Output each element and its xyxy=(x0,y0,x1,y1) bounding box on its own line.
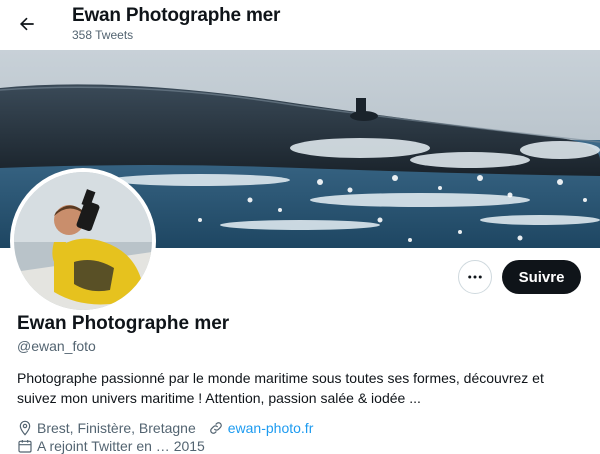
avatar[interactable] xyxy=(14,172,152,310)
tweet-count: 358 Tweets xyxy=(72,28,134,42)
profile-name: Ewan Photographe mer xyxy=(17,313,230,334)
website-link[interactable]: ewan-photo.fr xyxy=(228,420,314,436)
arrow-left-icon xyxy=(19,17,34,31)
follow-button[interactable]: Suivre xyxy=(502,260,581,294)
calendar-icon xyxy=(18,440,32,453)
header-title: Ewan Photographe mer xyxy=(72,5,281,26)
location-item: Brest, Finistère, Bretagne xyxy=(17,420,196,436)
joined-text: A rejoint Twitter en … 2015 xyxy=(37,438,205,454)
joined-row: A rejoint Twitter en … 2015 xyxy=(17,438,205,454)
website-item[interactable]: ewan-photo.fr xyxy=(208,420,314,436)
more-options-button[interactable] xyxy=(458,260,492,294)
top-bar: Ewan Photographe mer 358 Tweets xyxy=(0,0,600,50)
back-button[interactable] xyxy=(11,8,43,40)
location-pin-icon xyxy=(19,420,31,436)
link-icon xyxy=(209,422,222,434)
avatar-photo xyxy=(14,172,152,310)
location-text: Brest, Finistère, Bretagne xyxy=(37,420,196,436)
profile-handle: @ewan_foto xyxy=(17,338,96,354)
profile-meta: Brest, Finistère, Bretagne ewan-photo.fr xyxy=(17,420,325,436)
more-horizontal-icon xyxy=(468,275,482,279)
profile-bio: Photographe passionné par le monde marit… xyxy=(17,370,544,406)
